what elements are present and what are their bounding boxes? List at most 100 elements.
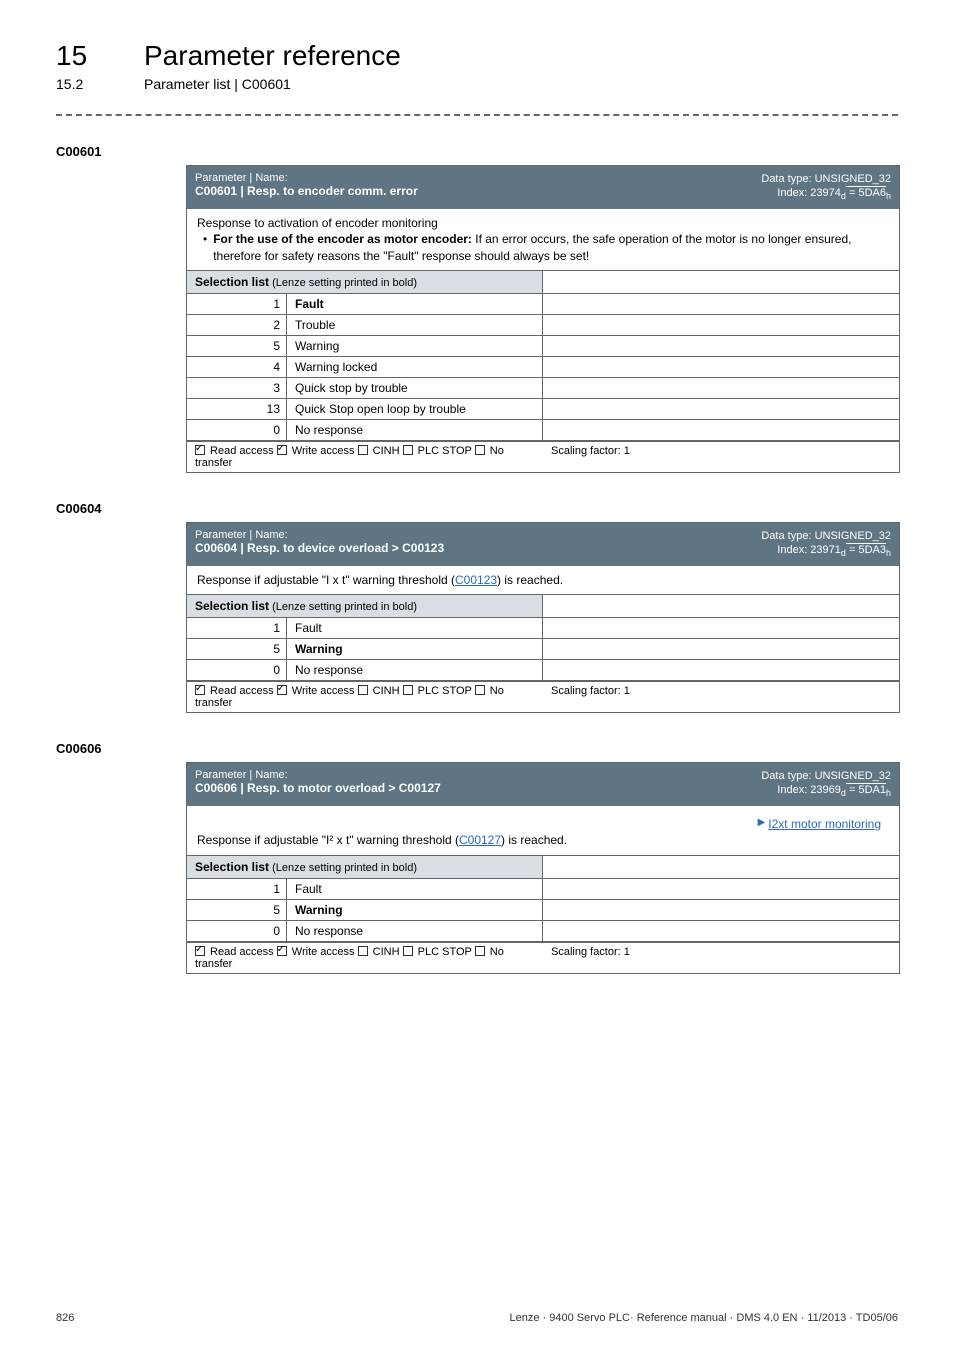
selection-value: Trouble: [287, 315, 543, 336]
checkbox-icon: [475, 445, 485, 455]
selection-number: 0: [187, 660, 287, 681]
selection-row: 0No response: [187, 660, 899, 681]
selection-number: 5: [187, 900, 287, 921]
selection-value: No response: [287, 660, 543, 681]
description-text: Response if adjustable "I² x t" warning …: [197, 832, 889, 848]
checkbox-icon: [403, 946, 413, 956]
selection-row: 0No response: [187, 921, 899, 942]
checkbox-label: Read access: [207, 946, 274, 958]
selection-row: 13Quick Stop open loop by trouble: [187, 399, 899, 420]
checkbox-label: CINH: [370, 685, 400, 697]
selection-row: 0No response: [187, 420, 899, 441]
triangle-icon: ▶: [758, 816, 766, 832]
selection-value: Quick stop by trouble: [287, 378, 543, 399]
selection-row: 1Fault: [187, 294, 899, 315]
param-code-heading: C00606: [56, 741, 898, 756]
selection-value: No response: [287, 921, 543, 942]
param-name: C00601 | Resp. to encoder comm. error: [195, 184, 418, 198]
selection-row: 5Warning: [187, 336, 899, 357]
checkbox-icon: [475, 946, 485, 956]
bullet-icon: •: [203, 231, 207, 263]
selection-value: Fault: [287, 879, 543, 900]
checkbox-label: CINH: [370, 946, 400, 958]
selection-row: 2Trouble: [187, 315, 899, 336]
selection-row: 3Quick stop by trouble: [187, 378, 899, 399]
param-code-heading: C00601: [56, 144, 898, 159]
selection-value: Fault: [287, 294, 543, 315]
checkbox-label: CINH: [370, 445, 400, 457]
threshold-link[interactable]: C00123: [455, 573, 497, 587]
checkbox-label: Read access: [207, 445, 274, 457]
param-block: Parameter | Name:C00601 | Resp. to encod…: [186, 165, 900, 473]
selection-number: 13: [187, 399, 287, 420]
selection-number: 1: [187, 879, 287, 900]
selection-number: 5: [187, 336, 287, 357]
checkbox-icon: [277, 685, 287, 695]
access-flags: Read access Write access CINH PLC STOP N…: [187, 442, 543, 472]
threshold-link[interactable]: C00127: [459, 833, 501, 847]
selection-row: 4Warning locked: [187, 357, 899, 378]
checkbox-icon: [358, 445, 368, 455]
checkbox-icon: [195, 946, 205, 956]
checkbox-label: PLC STOP: [415, 946, 472, 958]
index-value: Index: 23974d = 5DA6h: [761, 186, 891, 203]
checkbox-label: Write access: [289, 946, 355, 958]
scaling-factor: Scaling factor: 1: [543, 943, 899, 973]
param-block: Parameter | Name:C00604 | Resp. to devic…: [186, 522, 900, 713]
scaling-factor: Scaling factor: 1: [543, 682, 899, 712]
description-text: Response to activation of encoder monito…: [197, 215, 889, 231]
checkbox-label: Write access: [289, 445, 355, 457]
checkbox-label: Read access: [207, 685, 274, 697]
selection-value: Warning: [287, 639, 543, 660]
selection-number: 2: [187, 315, 287, 336]
chapter-title: Parameter reference: [144, 40, 401, 72]
selection-row: 1Fault: [187, 879, 899, 900]
data-type: Data type: UNSIGNED_32: [761, 529, 891, 543]
checkbox-icon: [475, 685, 485, 695]
section-divider: [56, 114, 898, 116]
selection-value: Fault: [287, 618, 543, 639]
monitoring-link[interactable]: I2xt motor monitoring: [768, 816, 881, 832]
selection-number: 1: [187, 294, 287, 315]
selection-row: 5Warning: [187, 639, 899, 660]
param-block: Parameter | Name:C00606 | Resp. to motor…: [186, 762, 900, 974]
checkbox-icon: [403, 685, 413, 695]
selection-value: Warning: [287, 900, 543, 921]
selection-row: 5Warning: [187, 900, 899, 921]
checkbox-label: PLC STOP: [415, 445, 472, 457]
checkbox-icon: [358, 946, 368, 956]
param-name-label: Parameter | Name:: [195, 529, 444, 541]
selection-number: 0: [187, 921, 287, 942]
selection-number: 4: [187, 357, 287, 378]
checkbox-icon: [277, 946, 287, 956]
selection-value: No response: [287, 420, 543, 441]
data-type: Data type: UNSIGNED_32: [761, 172, 891, 186]
checkbox-icon: [277, 445, 287, 455]
scaling-factor: Scaling factor: 1: [543, 442, 899, 472]
bullet-text: For the use of the encoder as motor enco…: [213, 231, 889, 263]
footer-reference: Lenze · 9400 Servo PLC· Reference manual…: [510, 1312, 898, 1324]
param-name-label: Parameter | Name:: [195, 769, 441, 781]
checkbox-icon: [195, 685, 205, 695]
page-number: 826: [56, 1312, 74, 1324]
subchapter-number: 15.2: [56, 76, 104, 92]
checkbox-label: PLC STOP: [415, 685, 472, 697]
selection-value: Warning: [287, 336, 543, 357]
access-flags: Read access Write access CINH PLC STOP N…: [187, 943, 543, 973]
access-flags: Read access Write access CINH PLC STOP N…: [187, 682, 543, 712]
param-name: C00606 | Resp. to motor overload > C0012…: [195, 781, 441, 795]
param-name-label: Parameter | Name:: [195, 172, 418, 184]
checkbox-label: Write access: [289, 685, 355, 697]
selection-row: 1Fault: [187, 618, 899, 639]
param-name: C00604 | Resp. to device overload > C001…: [195, 541, 444, 555]
index-value: Index: 23971d = 5DA3h: [761, 543, 891, 560]
data-type: Data type: UNSIGNED_32: [761, 769, 891, 783]
selection-list-header: Selection list (Lenze setting printed in…: [187, 856, 543, 879]
param-code-heading: C00604: [56, 501, 898, 516]
subchapter-title: Parameter list | C00601: [144, 76, 291, 92]
description-text: Response if adjustable "I x t" warning t…: [197, 572, 889, 588]
selection-value: Quick Stop open loop by trouble: [287, 399, 543, 420]
chapter-number: 15: [56, 40, 104, 72]
selection-value: Warning locked: [287, 357, 543, 378]
checkbox-icon: [403, 445, 413, 455]
